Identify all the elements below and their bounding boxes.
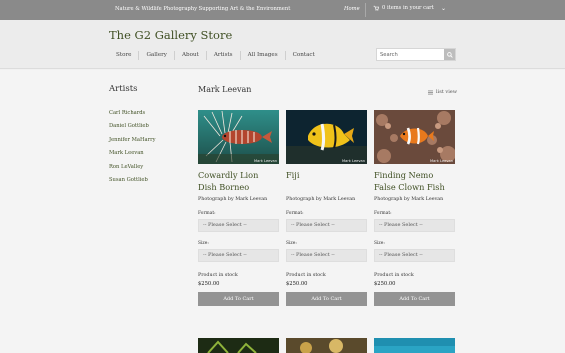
product-card: Mark Leevan Finding Nemo False Clown Fis… (374, 110, 455, 306)
site-title[interactable]: The G2 Gallery Store (109, 28, 232, 42)
sidebar-item-susan-gottlieb[interactable]: Susan Gottlieb (109, 177, 156, 183)
sidebar-heading: Artists (109, 84, 138, 94)
product-byline: Photograph by Mark Leevan (198, 197, 268, 202)
product-title[interactable]: Cowardly Lion Dish Borneo (198, 169, 279, 193)
page-title: Mark Leevan (198, 85, 252, 94)
search-button[interactable] (444, 49, 455, 60)
sidebar-item-mark-leevan[interactable]: Mark Leevan (109, 150, 156, 156)
add-to-cart-button[interactable]: Add To Cart (374, 292, 455, 306)
product-byline: Photograph by Mark Leevan (374, 197, 444, 202)
product-image-next-row[interactable] (374, 338, 455, 353)
product-image-clownfish[interactable]: Mark Leevan (374, 110, 455, 164)
product-byline: Photograph by Mark Leevan (286, 197, 356, 202)
image-watermark: Mark Leevan (430, 159, 453, 163)
site-tagline: Nature & Wildlife Photography Supporting… (115, 6, 291, 12)
product-image-fiji[interactable]: Mark Leevan (286, 110, 367, 164)
chevron-down-icon[interactable]: ⌄ (441, 5, 446, 12)
size-label: Size: (286, 241, 297, 246)
stock-status: Product in stock (198, 273, 238, 278)
sidebar-item-ron-levalley[interactable]: Ron LeValley (109, 164, 156, 170)
cart-count: 0 items in your cart (382, 5, 434, 11)
add-to-cart-button[interactable]: Add To Cart (286, 292, 367, 306)
size-select[interactable]: -- Please Select -- (198, 249, 279, 262)
home-link[interactable]: Home (344, 6, 360, 12)
format-label: Format: (198, 211, 216, 216)
cart-icon (373, 5, 379, 11)
top-bar: Nature & Wildlife Photography Supporting… (0, 0, 565, 20)
add-to-cart-button[interactable]: Add To Cart (198, 292, 279, 306)
format-label: Format: (286, 211, 304, 216)
product-price: $250.00 (198, 281, 220, 287)
image-watermark: Mark Leevan (254, 159, 277, 163)
list-view-toggle[interactable]: list view (428, 89, 457, 95)
size-select[interactable]: -- Please Select -- (374, 249, 455, 262)
image-watermark: Mark Leevan (342, 159, 365, 163)
nav-contact[interactable]: Contact (284, 51, 322, 60)
divider (365, 3, 366, 17)
cart-link[interactable]: 0 items in your cart (373, 5, 434, 11)
product-title[interactable]: Finding Nemo False Clown Fish (374, 169, 455, 193)
stock-status: Product in stock (374, 273, 414, 278)
nav-store[interactable]: Store (109, 51, 138, 60)
product-card: Mark Leevan Cowardly Lion Dish Borneo Ph… (198, 110, 279, 306)
product-price: $250.00 (374, 281, 396, 287)
product-image-next-row[interactable] (286, 338, 367, 353)
size-label: Size: (198, 241, 209, 246)
main-nav: Store Gallery About Artists All Images C… (109, 51, 322, 60)
list-view-label: list view (436, 89, 458, 95)
main-content: Artists Carl Richards Daniel Gottlieb Je… (0, 70, 565, 353)
sidebar-item-carl-richards[interactable]: Carl Richards (109, 110, 156, 116)
nav-all-images[interactable]: All Images (239, 51, 285, 60)
artists-sidebar: Artists Carl Richards Daniel Gottlieb Je… (109, 84, 156, 190)
search-input[interactable] (380, 51, 442, 59)
stock-status: Product in stock (286, 273, 326, 278)
sidebar-item-jennifer-maharry[interactable]: Jennifer MaHarry (109, 137, 156, 143)
search-icon (446, 51, 453, 58)
nav-artists[interactable]: Artists (205, 51, 240, 60)
list-icon (428, 90, 433, 94)
product-card: Mark Leevan Fiji Photograph by Mark Leev… (286, 110, 367, 306)
product-image-next-row[interactable] (198, 338, 279, 353)
product-image-lionfish[interactable]: Mark Leevan (198, 110, 279, 164)
size-select[interactable]: -- Please Select -- (286, 249, 367, 262)
site-header: The G2 Gallery Store Store Gallery About… (0, 20, 565, 69)
nav-about[interactable]: About (173, 51, 206, 60)
product-title[interactable]: Fiji (286, 169, 367, 193)
format-select[interactable]: -- Please Select -- (286, 219, 367, 232)
product-price: $250.00 (286, 281, 308, 287)
nav-gallery[interactable]: Gallery (138, 51, 174, 60)
format-select[interactable]: -- Please Select -- (374, 219, 455, 232)
size-label: Size: (374, 241, 385, 246)
sidebar-item-daniel-gottlieb[interactable]: Daniel Gottlieb (109, 123, 156, 129)
format-select[interactable]: -- Please Select -- (198, 219, 279, 232)
format-label: Format: (374, 211, 392, 216)
search-box (376, 48, 456, 61)
